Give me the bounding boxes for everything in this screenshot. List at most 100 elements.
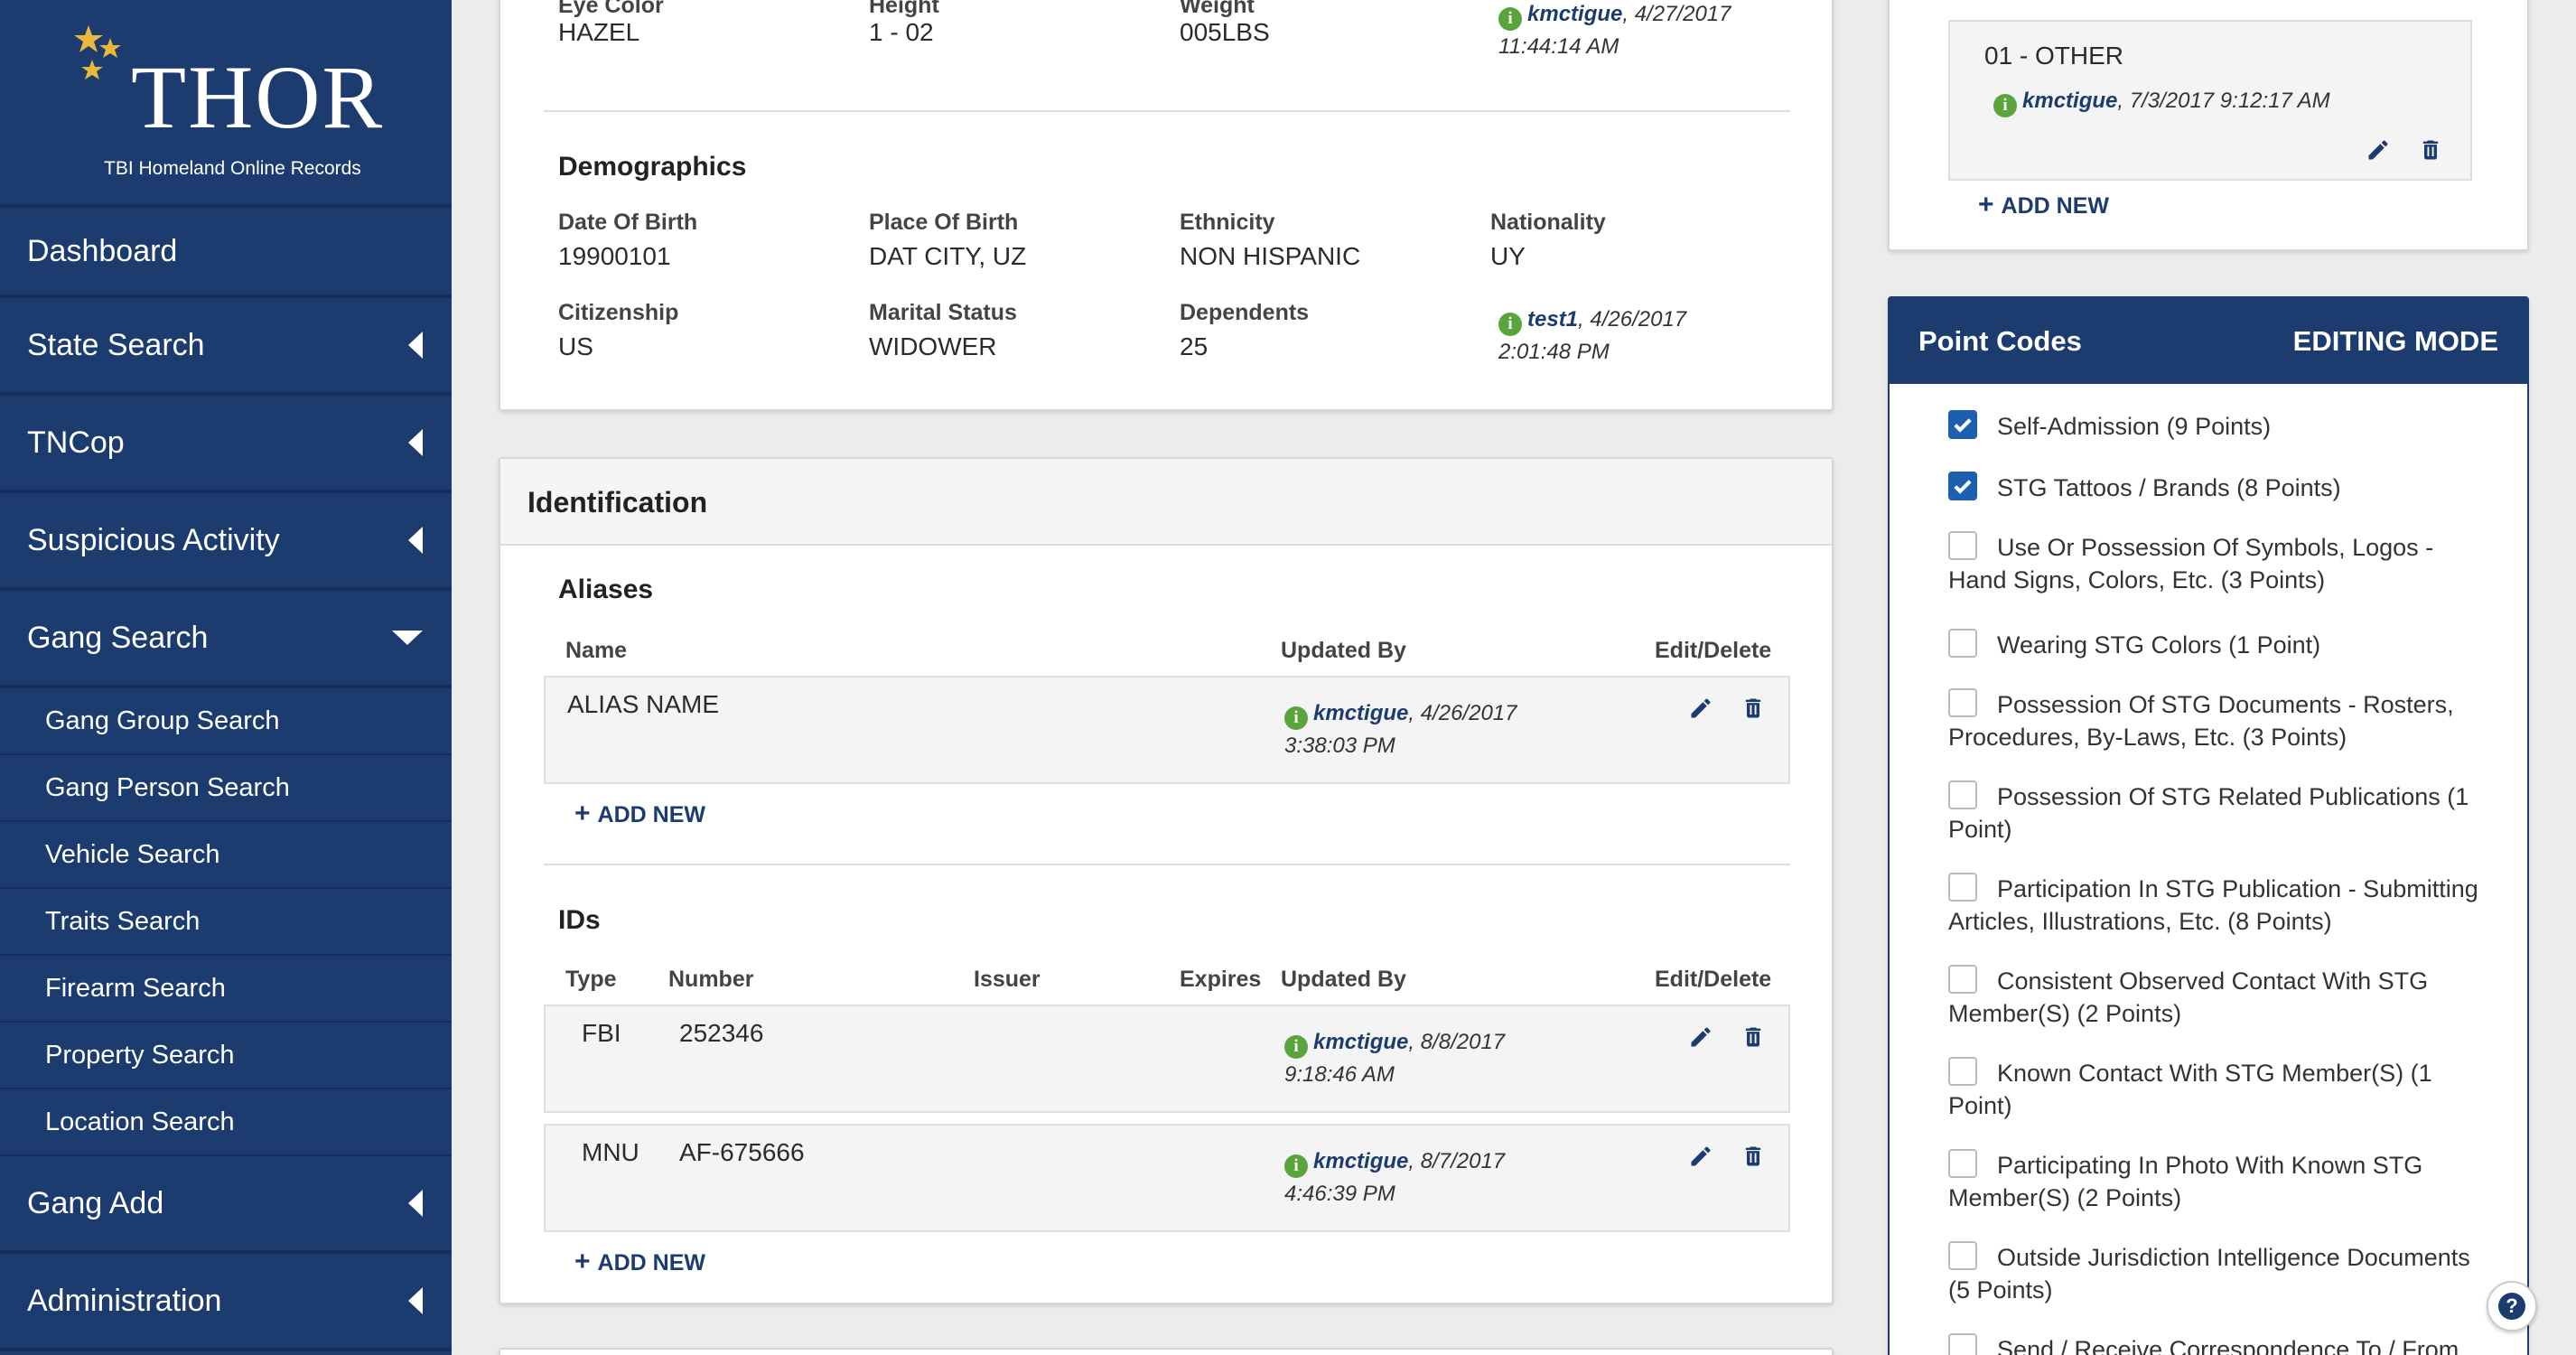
id-row: MNU AF-675666 i kmctigue, 8/7/2017 4:46:3… (544, 1124, 1790, 1232)
checkmark-icon (1954, 418, 1972, 433)
nav-dashboard[interactable]: Dashboard (0, 208, 452, 298)
point-code-label: Possession Of STG Documents - Rosters, P… (1948, 691, 2454, 751)
updated-user[interactable]: kmctigue (2022, 89, 2117, 113)
updated-user[interactable]: test1 (1527, 307, 1578, 332)
aliases-title: Aliases (558, 575, 654, 604)
logo-title: THOR (131, 47, 385, 147)
nav-property-search[interactable]: Property Search (0, 1023, 452, 1089)
updated-date: , 4/26/2017 (1578, 307, 1687, 332)
edit-pencil-icon[interactable] (1688, 696, 1713, 721)
nationality-value: UY (1490, 242, 1526, 270)
plus-icon: + (1978, 190, 1994, 220)
point-codes-header: Point Codes EDITING MODE (1890, 298, 2527, 384)
updated-time: 2:01:48 PM (1498, 340, 1610, 364)
checkbox[interactable] (1948, 1333, 1977, 1355)
physical-updated-by: i kmctigue, 4/27/2017 11:44:14 AM (1498, 0, 1731, 63)
add-id-button[interactable]: + ADD NEW (574, 1247, 705, 1277)
updated-date: , 7/3/2017 9:12:17 AM (2117, 89, 2330, 113)
col-updated-by: Updated By (1281, 638, 1406, 663)
sidebar: THOR TBI Homeland Online Records Dashboa… (0, 0, 452, 1355)
help-button[interactable]: ? (2487, 1281, 2537, 1332)
trash-icon[interactable] (1741, 696, 1766, 721)
trash-icon[interactable] (1741, 1144, 1766, 1169)
checkbox[interactable] (1948, 1057, 1977, 1086)
updated-user[interactable]: kmctigue (1313, 1149, 1408, 1173)
add-alias-button[interactable]: + ADD NEW (574, 799, 705, 829)
alias-name: ALIAS NAME (567, 690, 720, 718)
col-edit-delete: Edit/Delete (1655, 638, 1772, 663)
updated-user[interactable]: kmctigue (1527, 2, 1622, 26)
nav-suspicious-activity[interactable]: Suspicious Activity (0, 493, 452, 591)
updated-time: 9:18:46 AM (1284, 1062, 1395, 1087)
id-number: 252346 (679, 1019, 764, 1047)
nav-administration[interactable]: Administration (0, 1254, 452, 1351)
caret-left-icon (408, 1287, 423, 1314)
checkbox[interactable] (1948, 873, 1977, 902)
nav-state-search[interactable]: State Search (0, 298, 452, 396)
point-codes-title: Point Codes (1918, 324, 2082, 357)
stars-icon (74, 25, 121, 79)
point-code-label: Wearing STG Colors (1 Point) (1997, 631, 2321, 659)
point-code-label: Participating In Photo With Known STG Me… (1948, 1152, 2423, 1211)
other-panel: 01 - OTHER i kmctigue, 7/3/2017 9:12:17 A… (1888, 0, 2529, 251)
nav-label: Gang Search (27, 620, 209, 655)
add-other-button[interactable]: + ADD NEW (1978, 190, 2109, 220)
col-expires: Expires (1180, 967, 1262, 992)
point-codes-panel: Point Codes EDITING MODE Self-Admission … (1888, 296, 2529, 1355)
updated-time: 4:46:39 PM (1284, 1182, 1395, 1206)
ids-title: IDs (558, 905, 601, 935)
point-code-item: Possession Of STG Related Publications (… (1948, 780, 2481, 846)
col-type: Type (565, 967, 617, 992)
col-number: Number (668, 967, 754, 992)
point-code-label: Known Contact With STG Member(S) (1 Poin… (1948, 1060, 2432, 1119)
nav-firearm-search[interactable]: Firearm Search (0, 956, 452, 1023)
info-icon: i (1498, 313, 1522, 336)
updated-user[interactable]: kmctigue (1313, 701, 1408, 725)
nav-gang-person-search[interactable]: Gang Person Search (0, 755, 452, 822)
checkbox-checked[interactable] (1948, 472, 1977, 500)
nav-gang-group-search[interactable]: Gang Group Search (0, 688, 452, 755)
nav-traits-search[interactable]: Traits Search (0, 889, 452, 956)
checkbox-checked[interactable] (1948, 410, 1977, 439)
caret-left-icon (408, 527, 423, 554)
checkbox[interactable] (1948, 1149, 1977, 1178)
point-code-label: STG Tattoos / Brands (8 Points) (1997, 474, 2341, 501)
checkbox[interactable] (1948, 688, 1977, 717)
point-code-item: Use Or Possession Of Symbols, Logos - Ha… (1948, 531, 2481, 596)
updated-date: , 8/7/2017 (1408, 1149, 1506, 1173)
col-edit-delete: Edit/Delete (1655, 967, 1772, 992)
logo[interactable]: THOR TBI Homeland Online Records (0, 0, 452, 208)
edit-pencil-icon[interactable] (1688, 1024, 1713, 1050)
edit-pencil-icon[interactable] (1688, 1144, 1713, 1169)
nav-gang-add[interactable]: Gang Add (0, 1156, 452, 1254)
trash-icon[interactable] (2418, 137, 2443, 163)
point-code-label: Outside Jurisdiction Intelligence Docume… (1948, 1244, 2470, 1304)
pob-label: Place Of Birth (869, 210, 1019, 235)
point-code-item: Possession Of STG Documents - Rosters, P… (1948, 688, 2481, 753)
edit-pencil-icon[interactable] (2366, 137, 2391, 163)
col-updated-by: Updated By (1281, 967, 1406, 992)
nav-location-search[interactable]: Location Search (0, 1089, 452, 1156)
checkbox[interactable] (1948, 965, 1977, 994)
updated-time: 11:44:14 AM (1498, 34, 1619, 59)
checkbox[interactable] (1948, 531, 1977, 560)
point-code-label: Consistent Observed Contact With STG Mem… (1948, 967, 2429, 1027)
checkbox[interactable] (1948, 1241, 1977, 1270)
updated-user[interactable]: kmctigue (1313, 1030, 1408, 1054)
checkbox[interactable] (1948, 780, 1977, 809)
trash-icon[interactable] (1741, 1024, 1766, 1050)
person-details-panel: Eye Color HAZEL Height 1 - 02 Weight 005… (499, 0, 1834, 411)
nav-gang-search[interactable]: Gang Search (0, 591, 452, 688)
point-code-item: Known Contact With STG Member(S) (1 Poin… (1948, 1057, 2481, 1122)
checkbox[interactable] (1948, 629, 1977, 658)
nav-vehicle-search[interactable]: Vehicle Search (0, 822, 452, 889)
col-issuer: Issuer (974, 967, 1041, 992)
id-row: FBI 252346 i kmctigue, 8/8/2017 9:18:46 A… (544, 1005, 1790, 1113)
point-code-label: Participation In STG Publication - Submi… (1948, 875, 2478, 935)
demographics-title: Demographics (558, 152, 747, 182)
citizenship-label: Citizenship (558, 300, 679, 325)
nav-tncop[interactable]: TNCop (0, 396, 452, 493)
updated-date: , 4/26/2017 (1408, 701, 1517, 725)
divider (544, 110, 1790, 112)
point-code-label: Self-Admission (9 Points) (1997, 413, 2272, 440)
